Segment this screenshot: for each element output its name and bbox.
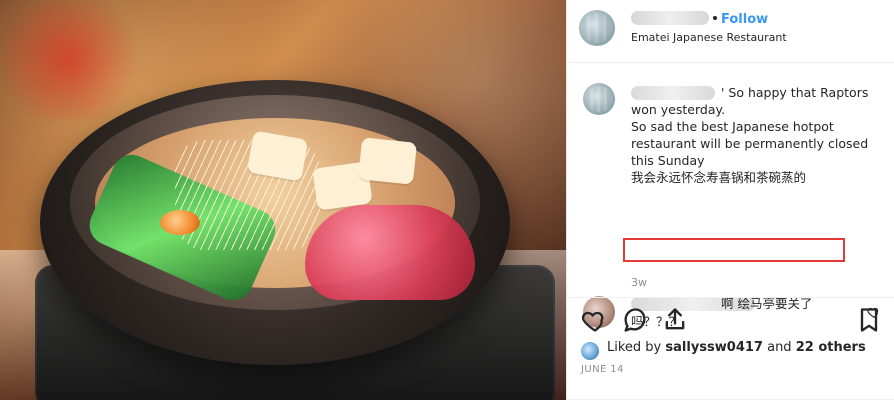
share-icon[interactable] [661,306,689,334]
location-label[interactable]: Ematei Japanese Restaurant [631,31,787,44]
bookmark-icon[interactable] [855,306,883,334]
instagram-post-view: Follow Ematei Japanese Restaurant ' So h… [0,0,894,400]
likes-text[interactable]: Liked by sallyssw0417 and 22 others [607,340,866,355]
post-header: Follow Ematei Japanese Restaurant [567,0,894,63]
post-sidebar: Follow Ematei Japanese Restaurant ' So h… [566,0,894,400]
main-comment-line-6: 我会永远怀念寿喜锅和茶碗蒸的 [631,170,807,185]
main-comment-line-3: So sad the best Japanese hotpot [631,119,834,134]
main-comment-line-2: won yesterday. [631,102,726,117]
photo-carrot [160,210,200,235]
photo-tofu [357,137,418,185]
comments-pane: ' So happy that Raptors won yesterday. S… [567,62,894,329]
photo-meat [305,205,475,300]
liker-avatar[interactable] [581,342,599,360]
likes-mid: and [762,340,796,355]
highlight-box [623,238,845,262]
poster-avatar[interactable] [579,10,615,46]
post-date[interactable]: JUNE 14 [581,364,624,375]
post-actions-bar [567,297,894,342]
follow-button[interactable]: Follow [721,12,768,27]
main-comment-line-5: this Sunday [631,153,705,168]
photo-background-blur [0,0,170,120]
comment-timestamp: 3w [631,276,647,289]
separator-dot [713,16,717,20]
comment-avatar[interactable] [583,83,615,115]
heart-icon[interactable] [581,306,609,334]
likes-summary: Liked by sallyssw0417 and 22 others [581,340,891,366]
post-photo [0,0,566,400]
main-comment-text: ' So happy that Raptors won yesterday. S… [631,84,876,186]
comment-icon[interactable] [621,306,649,334]
main-comment-line-4: restaurant will be permanently closed [631,136,869,151]
likes-user[interactable]: sallyssw0417 [665,340,763,355]
main-comment-line-1: ' So happy that Raptors [721,85,869,100]
poster-username-blurred[interactable] [631,11,709,25]
likes-prefix: Liked by [607,340,666,355]
likes-count[interactable]: 22 others [796,340,866,355]
